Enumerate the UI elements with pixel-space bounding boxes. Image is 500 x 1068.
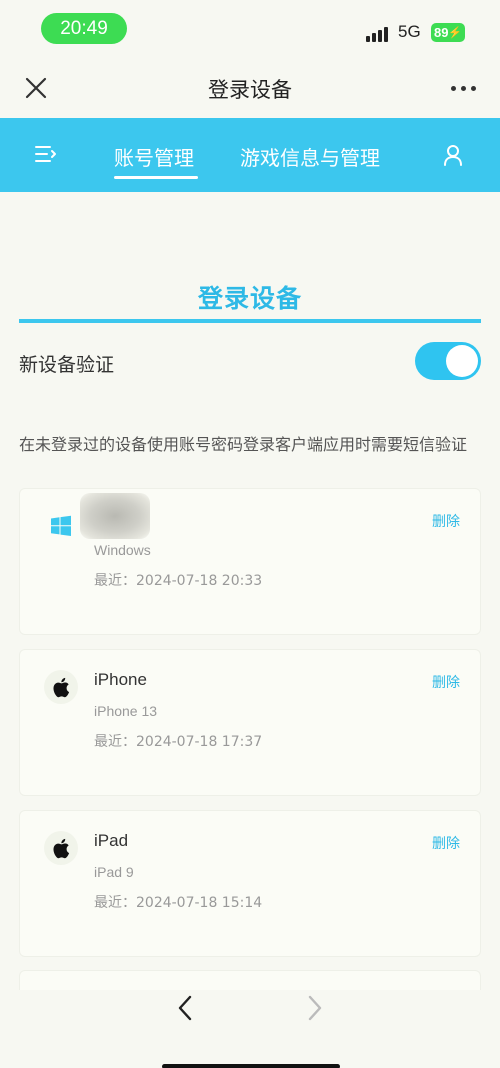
battery-icon: 89 ⚡ — [431, 23, 465, 42]
user-icon[interactable] — [443, 144, 463, 170]
device-last-login: 最近：2024-07-18 17:37 — [94, 734, 263, 750]
home-indicator — [162, 1064, 340, 1068]
forward-arrow-icon[interactable] — [306, 994, 324, 1026]
delete-device-button[interactable]: 删除 — [432, 833, 460, 853]
new-device-verification-toggle[interactable] — [415, 342, 481, 380]
signal-icon — [366, 24, 390, 42]
status-time: 20:49 — [41, 13, 127, 44]
page-title: 登录设备 — [208, 78, 292, 102]
section-title: 登录设备 — [197, 284, 302, 313]
title-divider — [19, 319, 481, 323]
device-name: iPad — [94, 831, 129, 850]
network-type: 5G — [398, 22, 421, 41]
device-card: iPhone iPhone 13 最近：2024-07-18 17:37 删除 — [19, 649, 481, 796]
delete-device-button[interactable]: 删除 — [432, 672, 460, 692]
bottom-nav — [0, 990, 500, 1068]
windows-icon — [44, 509, 78, 543]
delete-device-button[interactable]: 删除 — [432, 511, 460, 531]
tab-account-management[interactable]: 账号管理 — [114, 142, 194, 171]
battery-level: 89 — [434, 25, 449, 40]
new-device-verification-label: 新设备验证 — [19, 354, 115, 376]
back-arrow-icon[interactable] — [176, 994, 194, 1026]
device-last-login: 最近：2024-07-18 20:33 — [94, 573, 263, 589]
verification-description: 在未登录过的设备使用账号密码登录客户端应用时需要短信验证 — [19, 435, 468, 454]
device-last-login: 最近：2024-07-18 15:14 — [94, 895, 263, 911]
device-name: iPhone — [94, 670, 147, 689]
status-bar: 20:49 5G 89 ⚡ — [0, 0, 500, 60]
more-icon[interactable] — [451, 86, 477, 92]
menu-icon[interactable] — [35, 145, 57, 163]
tab-bar: 账号管理 游戏信息与管理 — [0, 118, 500, 192]
device-card — [19, 970, 481, 990]
device-name-redacted — [80, 493, 150, 539]
device-model: iPhone 13 — [94, 703, 158, 719]
apple-icon — [44, 831, 78, 865]
device-model: Windows — [94, 542, 151, 558]
active-tab-indicator — [114, 176, 198, 179]
device-model: iPad 9 — [94, 864, 134, 880]
toggle-knob — [446, 345, 478, 377]
charging-icon: ⚡ — [448, 27, 462, 39]
tab-game-info-management[interactable]: 游戏信息与管理 — [240, 142, 380, 171]
nav-bar: 登录设备 — [0, 60, 500, 118]
device-card: iPad iPad 9 最近：2024-07-18 15:14 删除 — [19, 810, 481, 957]
apple-icon — [44, 670, 78, 704]
device-card: Windows 最近：2024-07-18 20:33 删除 — [19, 488, 481, 635]
